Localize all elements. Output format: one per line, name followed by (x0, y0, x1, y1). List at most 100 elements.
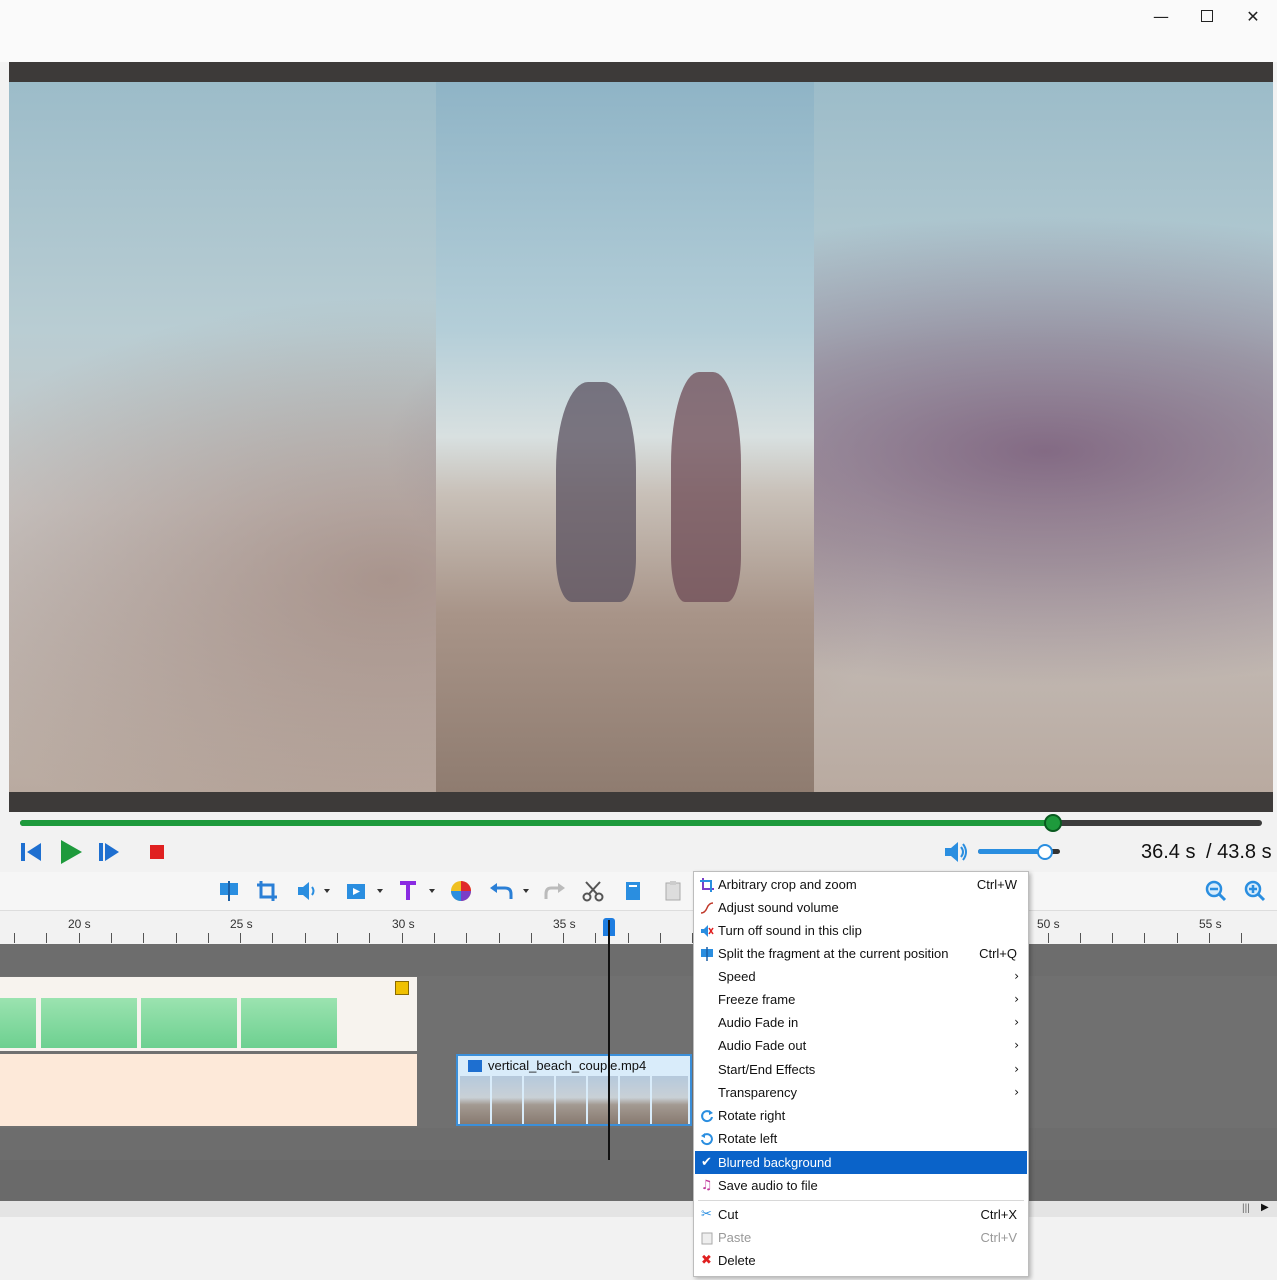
seek-bar[interactable] (20, 814, 1262, 832)
menu-separator (698, 1200, 1024, 1201)
menu-item-adjust-volume[interactable]: Adjust sound volume (695, 896, 1027, 919)
cut-button[interactable] (580, 878, 606, 904)
menu-item-transparency[interactable]: Transparency › (695, 1081, 1027, 1104)
previous-frame-button[interactable] (20, 838, 44, 866)
menu-item-label: Audio Fade out (718, 1038, 807, 1053)
ruler-tick (208, 933, 209, 943)
menu-item-label: Adjust sound volume (718, 900, 839, 915)
play-button[interactable] (58, 838, 84, 866)
playhead[interactable] (608, 920, 610, 1160)
person-figure (671, 372, 741, 602)
audio-tool-dropdown[interactable] (294, 878, 334, 904)
scroll-right-icon[interactable]: ▶ (1261, 1202, 1269, 1213)
menu-item-blurred-background[interactable]: ✔ Blurred background (695, 1151, 1027, 1174)
menu-item-split[interactable]: Split the fragment at the current positi… (695, 942, 1027, 965)
title-bar: — ✕ (0, 0, 1277, 62)
ruler-tick (305, 933, 306, 943)
menu-item-label: Transparency (718, 1085, 797, 1100)
clip-thumbnail (0, 998, 36, 1048)
menu-item-audio-fade-out[interactable]: Audio Fade out › (695, 1034, 1027, 1057)
maximize-button[interactable] (1184, 0, 1230, 32)
clip-tool-dropdown[interactable] (344, 878, 386, 904)
video-preview (9, 62, 1273, 812)
text-tool-dropdown[interactable] (396, 878, 438, 904)
timeline-scrollbar[interactable]: ||| ▶ (0, 1201, 1277, 1217)
zoom-in-button[interactable] (1242, 878, 1268, 904)
menu-item-label: Freeze frame (718, 992, 796, 1007)
menu-item-crop-zoom[interactable]: Arbitrary crop and zoom Ctrl+W (695, 873, 1027, 896)
menu-item-label: Rotate left (718, 1131, 778, 1146)
next-frame-button[interactable] (98, 838, 122, 866)
crop-icon (699, 877, 714, 892)
menu-item-cut[interactable]: ✂ Cut Ctrl+X (695, 1203, 1027, 1226)
rotate-left-icon (699, 1131, 714, 1146)
rotate-right-icon (699, 1108, 714, 1123)
stop-button[interactable] (146, 838, 168, 866)
ruler-tick (563, 933, 564, 943)
menu-item-rotate-right[interactable]: Rotate right (695, 1104, 1027, 1127)
track-lane (0, 944, 1277, 976)
paste-button[interactable] (660, 878, 686, 904)
ruler-tick (1209, 933, 1210, 943)
color-wheel-icon (451, 881, 471, 901)
color-tool-button[interactable] (448, 878, 474, 904)
beach-video-clip[interactable]: vertical_beach_couple.mp4 (456, 1054, 692, 1126)
minimize-button[interactable]: — (1138, 0, 1184, 32)
submenu-arrow-icon: › (1014, 1062, 1019, 1076)
clip-thumbnail (41, 998, 137, 1048)
crop-tool-button[interactable] (254, 878, 280, 904)
track-lane (0, 1128, 1277, 1160)
submenu-arrow-icon: › (1014, 969, 1019, 983)
submenu-arrow-icon: › (1014, 1038, 1019, 1052)
ruler-label: 20 s (68, 917, 91, 931)
seek-handle[interactable] (1044, 814, 1063, 832)
clip-thumbnail (556, 1076, 586, 1124)
delete-icon: ✖ (701, 1253, 712, 1268)
split-tool-button[interactable] (216, 878, 242, 904)
menu-shortcut: Ctrl+V (980, 1230, 1017, 1245)
checkmark-icon: ✔ (701, 1155, 712, 1170)
volume-button[interactable] (942, 838, 970, 866)
submenu-arrow-icon: › (1014, 992, 1019, 1006)
context-menu: Arbitrary crop and zoom Ctrl+W Adjust so… (693, 871, 1029, 1277)
clip-thumbnail (492, 1076, 522, 1124)
menu-item-save-audio[interactable]: ♫ Save audio to file (695, 1174, 1027, 1197)
ruler-tick (1112, 933, 1113, 943)
submenu-arrow-icon: › (1014, 1085, 1019, 1099)
menu-shortcut: Ctrl+Q (979, 946, 1017, 961)
zoom-out-button[interactable] (1203, 878, 1229, 904)
menu-item-audio-fade-in[interactable]: Audio Fade in › (695, 1011, 1027, 1034)
ruler-tick (1144, 933, 1145, 943)
ruler-tick (240, 933, 241, 943)
menu-item-label: Blurred background (718, 1155, 832, 1170)
ruler-tick (79, 933, 80, 943)
ruler-tick (1048, 933, 1049, 943)
undo-dropdown[interactable] (488, 878, 532, 904)
close-button[interactable]: ✕ (1230, 0, 1276, 32)
menu-item-start-end-effects[interactable]: Start/End Effects › (695, 1058, 1027, 1081)
audio-clip[interactable] (0, 1054, 417, 1126)
ruler-label: 25 s (230, 917, 253, 931)
zoom-in-icon (1244, 880, 1266, 902)
menu-item-label: Rotate right (718, 1108, 786, 1123)
menu-item-mute-clip[interactable]: Turn off sound in this clip (695, 919, 1027, 942)
redo-button[interactable] (542, 878, 568, 904)
menu-item-delete[interactable]: ✖ Delete (695, 1249, 1027, 1272)
menu-item-label: Arbitrary crop and zoom (718, 877, 857, 892)
copy-button[interactable] (620, 878, 646, 904)
ruler-tick (369, 933, 370, 943)
volume-handle[interactable] (1036, 844, 1053, 860)
timeline-ruler[interactable]: 20 s 25 s 30 s 35 s 50 s 55 s (0, 910, 1277, 945)
menu-item-rotate-left[interactable]: Rotate left (695, 1127, 1027, 1150)
stop-icon (150, 845, 164, 859)
menu-item-freeze-frame[interactable]: Freeze frame › (695, 988, 1027, 1011)
volume-slider[interactable] (978, 844, 1060, 860)
menu-item-speed[interactable]: Speed › (695, 965, 1027, 988)
clip-thumbnail (460, 1076, 490, 1124)
ruler-tick (628, 933, 629, 943)
zoom-out-icon (1205, 880, 1227, 902)
scissors-icon: ✂ (701, 1207, 712, 1222)
menu-item-paste[interactable]: Paste Ctrl+V (695, 1226, 1027, 1249)
clip-thumbnail (241, 998, 337, 1048)
split-icon (699, 946, 714, 961)
